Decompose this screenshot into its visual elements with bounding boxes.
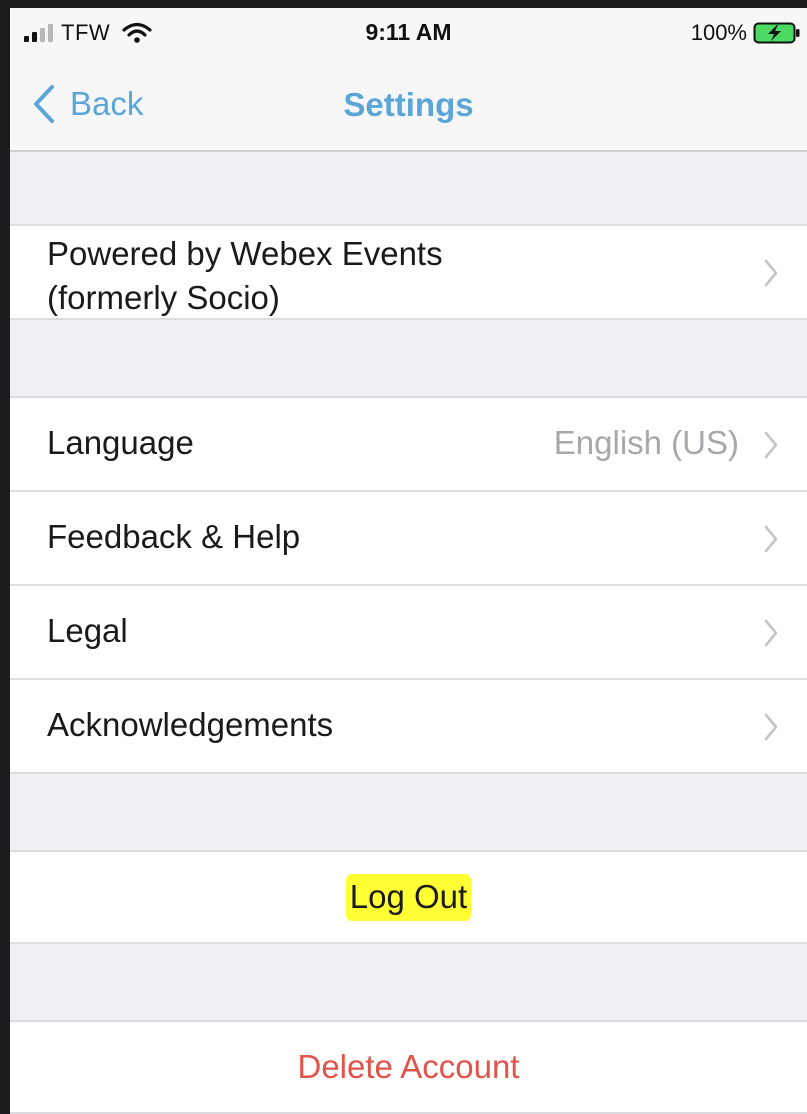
- chevron-right-icon: [764, 713, 778, 741]
- status-right: 100%: [691, 20, 801, 46]
- navigation-bar: Back Settings: [10, 60, 807, 152]
- settings-item-label: Language: [47, 424, 194, 461]
- delete-account-label: Delete Account: [297, 1048, 520, 1085]
- language-value: English (US): [553, 424, 739, 461]
- status-bar: TFW 9:11 AM 100%: [10, 8, 807, 60]
- status-time: 9:11 AM: [365, 19, 452, 45]
- settings-screen: TFW 9:11 AM 100% Back Settings Powered b…: [10, 8, 807, 1114]
- chevron-right-icon: [764, 431, 778, 459]
- section-spacer: [10, 320, 807, 396]
- battery-charging-icon: [753, 22, 800, 44]
- battery-percent: 100%: [690, 20, 747, 45]
- delete-account-button[interactable]: Delete Account: [10, 1020, 807, 1114]
- settings-list: Powered by Webex Events (formerly Socio)…: [10, 152, 807, 1114]
- settings-item-language[interactable]: Language English (US): [10, 396, 807, 492]
- settings-item-feedback-help[interactable]: Feedback & Help: [10, 492, 807, 586]
- logout-label: Log Out: [345, 874, 472, 921]
- settings-item-label: Acknowledgements: [47, 706, 334, 743]
- settings-item-acknowledgements[interactable]: Acknowledgements: [10, 680, 807, 774]
- section-spacer: [10, 774, 807, 850]
- section-spacer: [10, 152, 807, 224]
- chevron-right-icon: [764, 619, 778, 647]
- settings-item-powered-by[interactable]: Powered by Webex Events (formerly Socio): [10, 224, 807, 320]
- logout-label-wrap: Log Out: [10, 874, 807, 921]
- section-spacer: [10, 944, 807, 1020]
- chevron-right-icon: [764, 259, 778, 287]
- settings-item-legal[interactable]: Legal: [10, 586, 807, 680]
- page-title: Settings: [343, 86, 474, 123]
- settings-item-label: Legal: [47, 612, 128, 649]
- logout-button[interactable]: Log Out: [10, 850, 807, 944]
- chevron-right-icon: [764, 525, 778, 553]
- settings-item-label: Feedback & Help: [47, 518, 301, 555]
- settings-item-label: Powered by Webex Events (formerly Socio): [47, 235, 443, 316]
